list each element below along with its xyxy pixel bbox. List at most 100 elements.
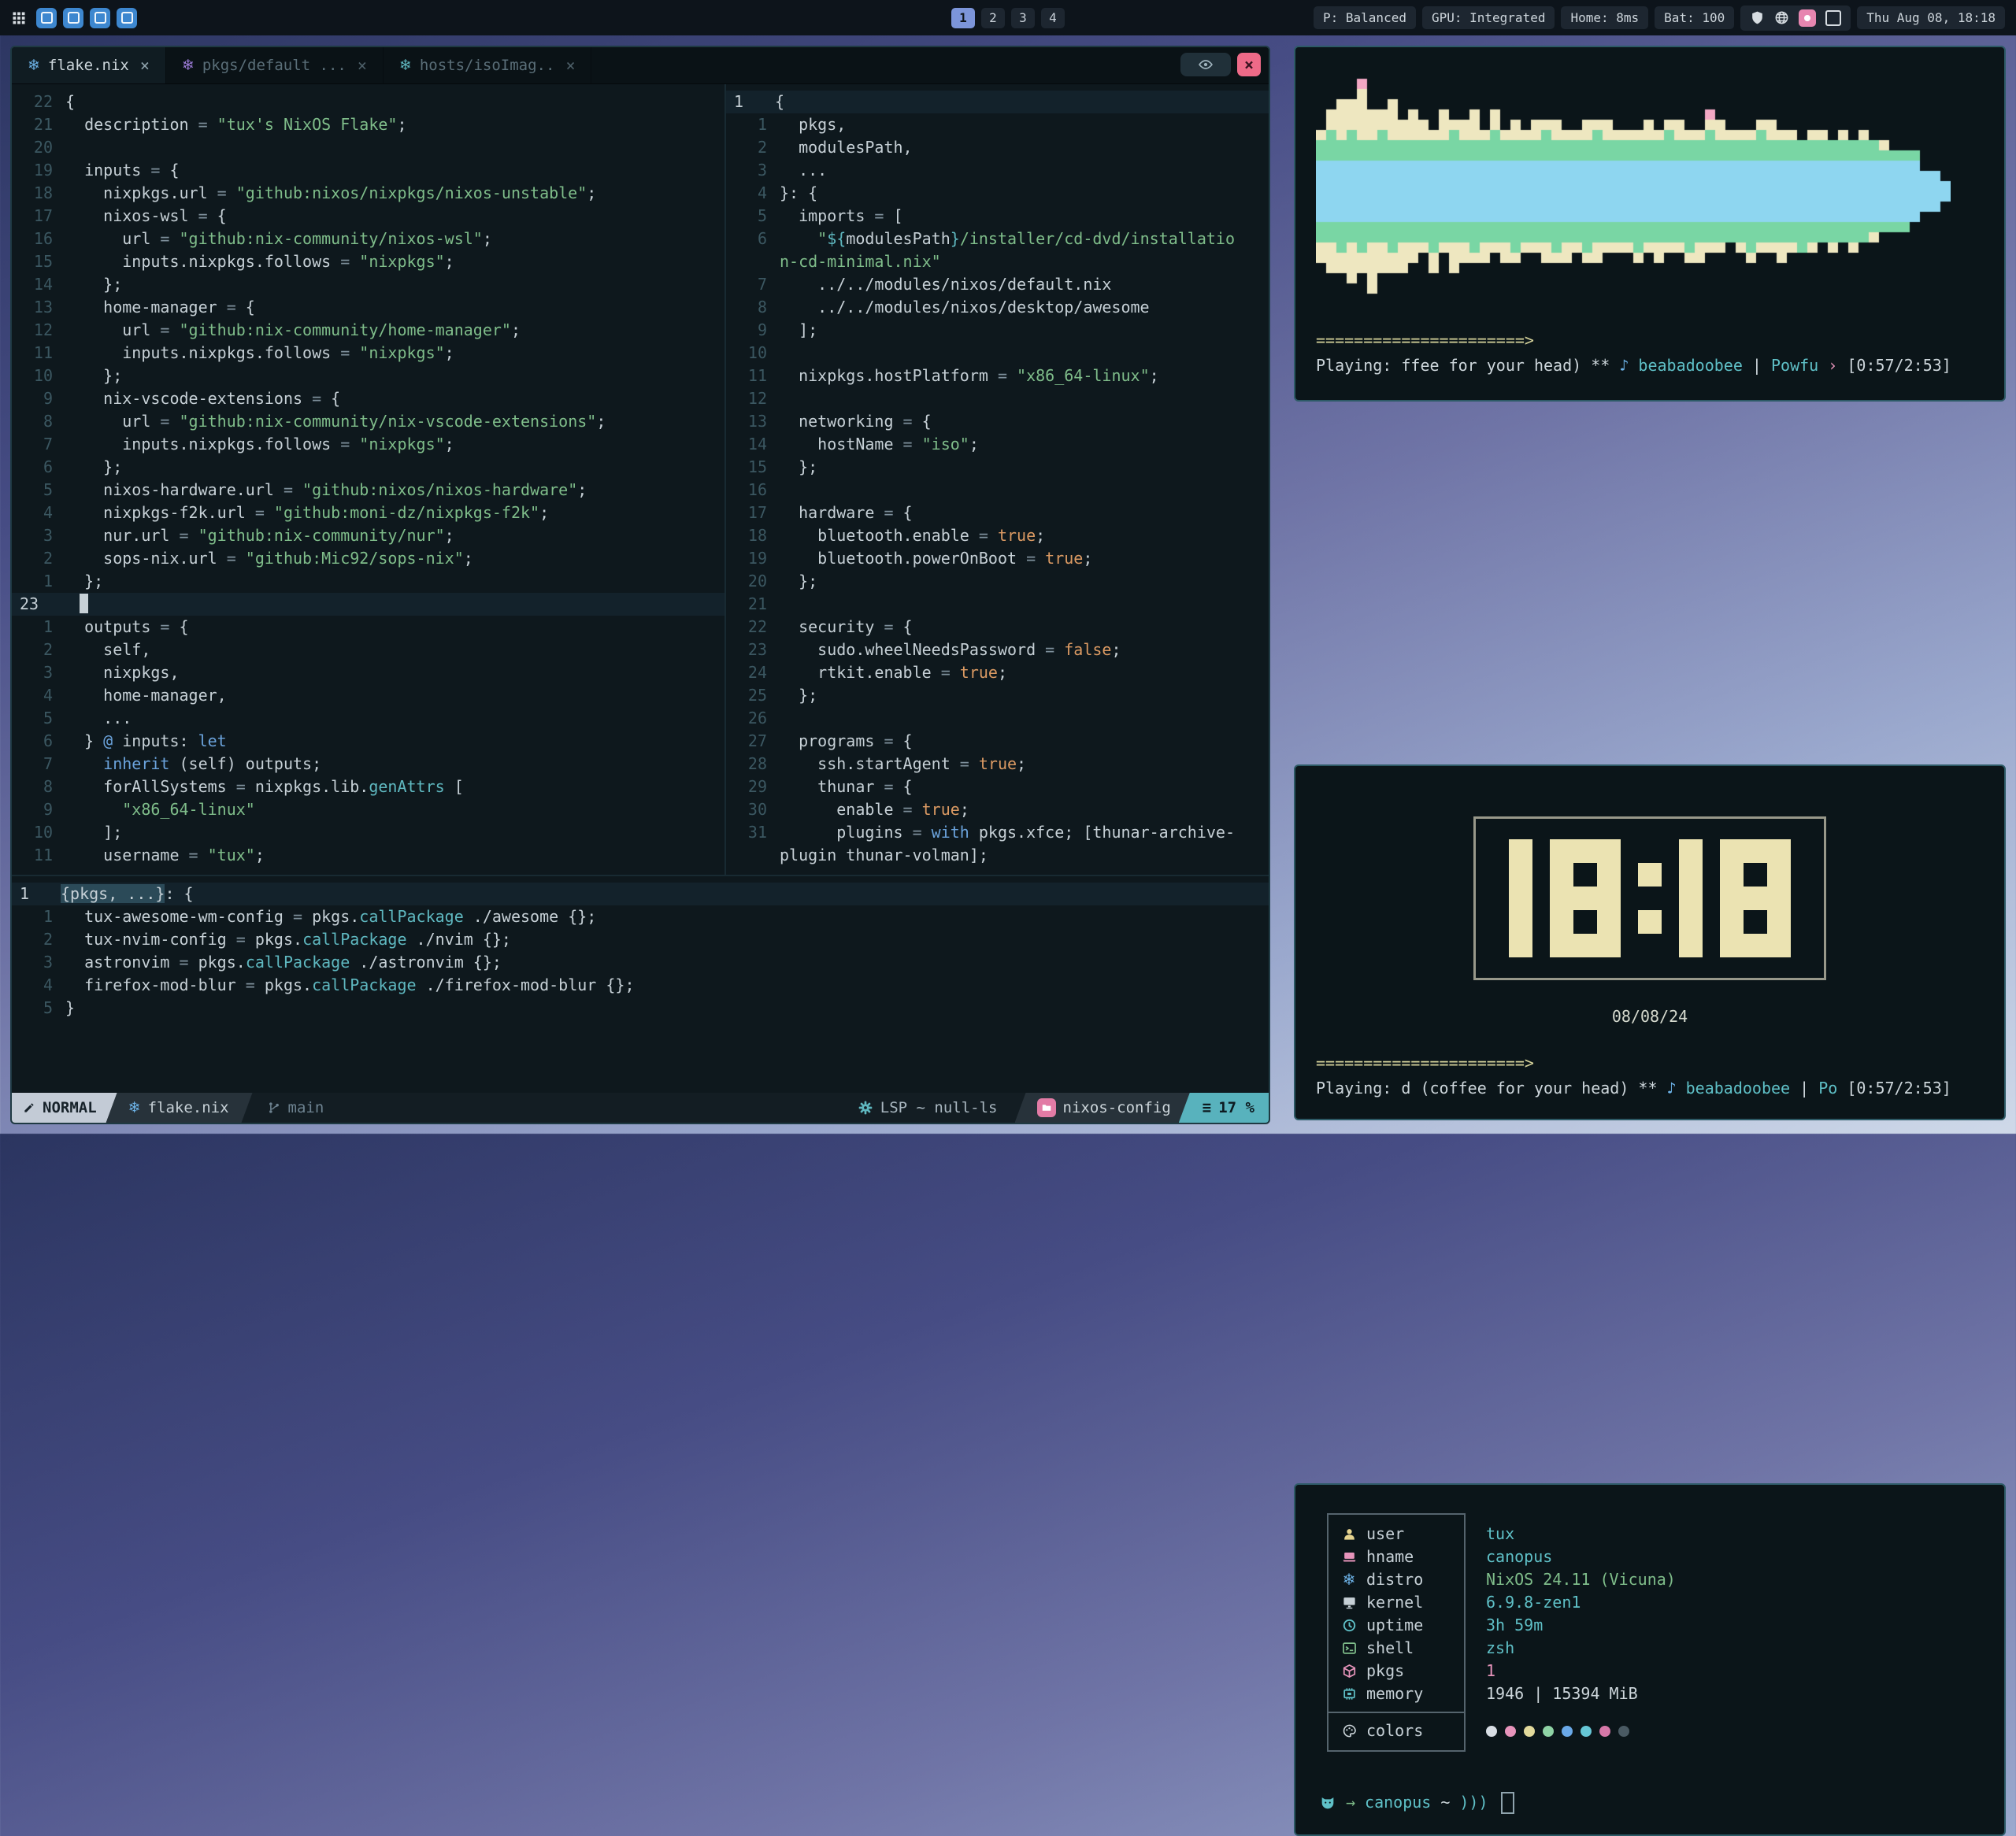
code-line: 6 } @ inputs: let: [12, 730, 724, 753]
code-line: 6 };: [12, 456, 724, 479]
line-number: 19: [726, 547, 780, 570]
code-line: 7 inherit (self) outputs;: [12, 753, 724, 775]
shell-prompt[interactable]: → canopus ~ ))): [1319, 1791, 1514, 1814]
snowflake-icon: ❄: [1341, 1568, 1357, 1591]
now-playing: Playing: ffee for your head) ** ♪ beabad…: [1316, 354, 1951, 377]
code-line: 17 hardware = {: [726, 502, 1269, 524]
pinned-app-icon[interactable]: [63, 8, 83, 28]
fetch-label: user: [1366, 1523, 1404, 1545]
line-number: 11: [12, 342, 65, 365]
prompt-chevrons: ))): [1459, 1791, 1488, 1814]
lsp-label: LSP ~ null-ls: [880, 1099, 998, 1116]
clock-terminal[interactable]: 08/08/24 ======================> Playing…: [1294, 764, 2006, 1120]
code-line: 2 sops-nix.url = "github:Mic92/sops-nix"…: [12, 547, 724, 570]
clockface-icon: [1341, 1618, 1357, 1633]
pane-pkgs-default[interactable]: 1{pkgs, ...}: {1 tux-awesome-wm-config =…: [12, 875, 1269, 1093]
fetch-terminal[interactable]: userhname❄distrokerneluptimeshellpkgsmem…: [1294, 1483, 2006, 1836]
code-line: 2 self,: [12, 639, 724, 661]
pinned-app-icon[interactable]: [117, 8, 137, 28]
line-number: 9: [12, 798, 65, 821]
fetch-value-kernel: 6.9.8-zen1: [1486, 1591, 1676, 1614]
palette-dot: [1543, 1726, 1554, 1737]
line-number: 4: [726, 182, 780, 205]
tab-close-icon[interactable]: ×: [140, 56, 150, 75]
globe-icon[interactable]: [1774, 10, 1789, 25]
code-line: 23 sudo.wheelNeedsPassword = false;: [726, 639, 1269, 661]
pane-flake-nix[interactable]: 22{21 description = "tux's NixOS Flake";…: [12, 84, 724, 875]
progress-arrow: ======================>: [1316, 1052, 1534, 1075]
line-number: 29: [726, 775, 780, 798]
workspace-tag-4[interactable]: 4: [1041, 8, 1065, 28]
code-line: 23: [12, 593, 724, 616]
status-segment[interactable]: Bat: 100: [1655, 6, 1734, 29]
tabline: ❄flake.nix×❄pkgs/default ...×❄hosts/isoI…: [12, 47, 1269, 84]
code-line: 18 nixpkgs.url = "github:nixos/nixpkgs/n…: [12, 182, 724, 205]
shield-icon[interactable]: [1750, 10, 1765, 25]
code-line: 12: [726, 387, 1269, 410]
pinned-app-icon[interactable]: [36, 8, 57, 28]
pinned-app-icon[interactable]: [90, 8, 110, 28]
memory-icon: [1341, 1686, 1357, 1701]
line-number: 1: [726, 91, 775, 113]
line-number: 7: [12, 753, 65, 775]
line-number: 10: [12, 365, 65, 387]
line-number: 16: [726, 479, 780, 502]
line-number: 11: [12, 844, 65, 867]
user-icon: [1341, 1527, 1357, 1542]
fetch-value-shell: zsh: [1486, 1637, 1676, 1660]
line-number: 7: [12, 433, 65, 456]
tab-close-icon[interactable]: ×: [565, 56, 575, 75]
progress-label: 17 %: [1218, 1099, 1254, 1116]
code-line: 16: [726, 479, 1269, 502]
status-segment[interactable]: Home: 8ms: [1561, 6, 1648, 29]
tab-pkgs-default-[interactable]: ❄pkgs/default ...×: [166, 47, 384, 83]
nix-snowflake-icon: ❄: [399, 57, 412, 74]
color-picker-icon[interactable]: [1799, 9, 1816, 27]
code-line: 19 bluetooth.powerOnBoot = true;: [726, 547, 1269, 570]
prompt-path: ~: [1440, 1791, 1450, 1814]
status-segment[interactable]: P: Balanced: [1314, 6, 1416, 29]
folder-icon: [1037, 1098, 1056, 1117]
code-line: 12 url = "github:nix-community/home-mana…: [12, 319, 724, 342]
clock-digit: [1720, 839, 1791, 957]
file-indicator: ❄ flake.nix: [106, 1093, 253, 1123]
line-number: 25: [726, 684, 780, 707]
pane-iso-image[interactable]: 1{1 pkgs,2 modulesPath,3 ...4}: {5 impor…: [726, 84, 1269, 875]
editor-window[interactable]: ❄flake.nix×❄pkgs/default ...×❄hosts/isoI…: [10, 46, 1270, 1124]
palette-dot: [1486, 1726, 1497, 1737]
workspace-tag-3[interactable]: 3: [1011, 8, 1035, 28]
code-line: 2 tux-nvim-config = pkgs.callPackage ./n…: [12, 928, 1269, 951]
topbar-right: P: Balanced GPU: Integrated Home: 8ms Bat: …: [1314, 6, 2005, 31]
code-line: 16 url = "github:nix-community/nixos-wsl…: [12, 228, 724, 250]
fetch-label: distro: [1366, 1568, 1423, 1591]
line-number: 5: [726, 205, 780, 228]
panel-toggle-button[interactable]: [1180, 53, 1231, 76]
workspace-tag-1[interactable]: 1: [951, 8, 975, 28]
window-close-button[interactable]: ×: [1237, 53, 1261, 76]
line-number: 24: [726, 661, 780, 684]
line-number: 23: [726, 639, 780, 661]
clock-widget[interactable]: Thu Aug 08, 18:18: [1857, 6, 2005, 29]
line-number: 11: [726, 365, 780, 387]
code-line: 22{: [12, 91, 724, 113]
tab-close-icon[interactable]: ×: [358, 56, 367, 75]
visualizer-terminal[interactable]: ======================> Playing: ffee fo…: [1294, 46, 2006, 402]
status-segment[interactable]: GPU: Integrated: [1422, 6, 1555, 29]
tab-flake-nix[interactable]: ❄flake.nix×: [12, 47, 166, 83]
line-number: 21: [12, 113, 65, 136]
code-line: 14 hostName = "iso";: [726, 433, 1269, 456]
palette-dot: [1599, 1726, 1610, 1737]
tray-square-icon[interactable]: [1825, 10, 1841, 26]
line-number: 2: [726, 136, 780, 159]
tab-hosts-isoimag-[interactable]: ❄hosts/isoImag..×: [384, 47, 592, 83]
editor-splits: 22{21 description = "tux's NixOS Flake";…: [12, 84, 1269, 875]
workspace-tag-2[interactable]: 2: [981, 8, 1005, 28]
mode-indicator: NORMAL: [12, 1093, 117, 1123]
app-launcher-icon[interactable]: [11, 10, 27, 26]
code-line: 3 ...: [726, 159, 1269, 182]
gear-icon: [858, 1100, 873, 1116]
code-line: 21: [726, 593, 1269, 616]
fetch-label: pkgs: [1366, 1660, 1404, 1682]
terminal-cursor: [1501, 1792, 1514, 1814]
code-line: 4 firefox-mod-blur = pkgs.callPackage ./…: [12, 974, 1269, 997]
